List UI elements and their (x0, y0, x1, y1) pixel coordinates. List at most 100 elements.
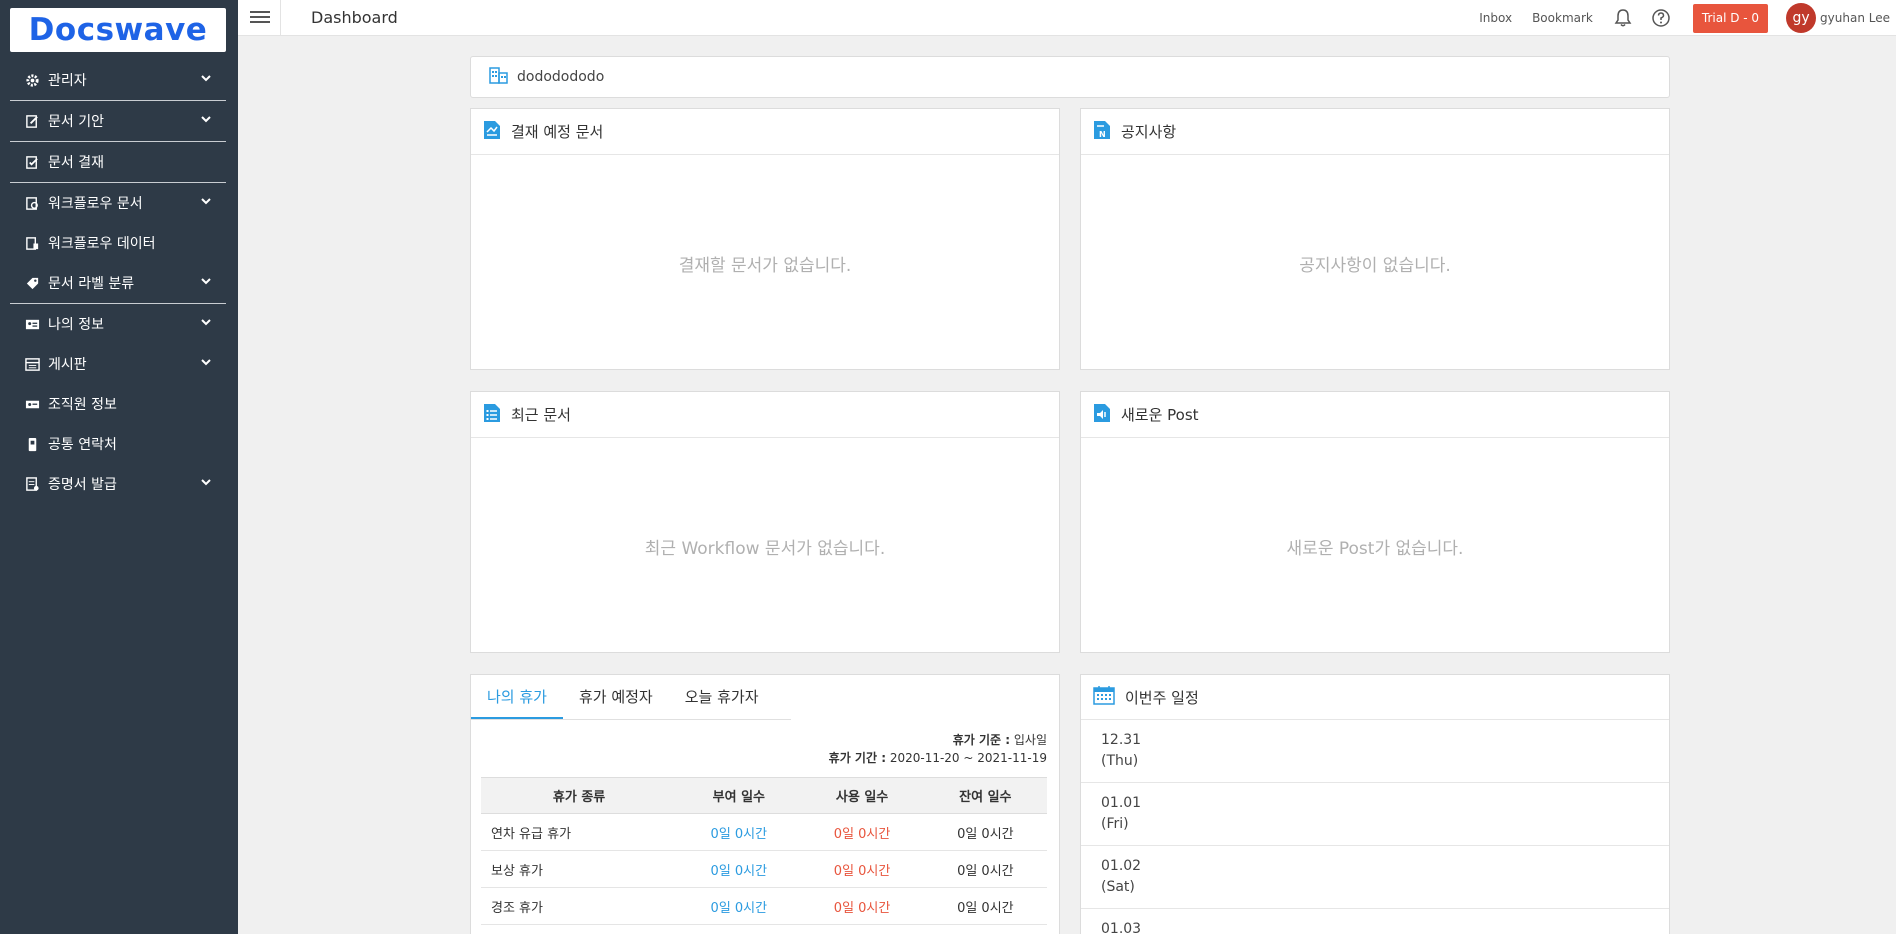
avatar[interactable]: gy (1786, 3, 1817, 33)
sidebar-nav: 관리자 문서 기안 문서 결재 워크플로우 문서 워크플로우 데이터 문서 라벨… (10, 60, 226, 504)
board-icon (24, 356, 40, 372)
schedule-weekday: (Fri) (1101, 816, 1129, 832)
id-card-icon (24, 316, 40, 332)
bookmark-link[interactable]: Bookmark (1532, 11, 1593, 25)
table-row: 보상 휴가 0일 0시간 0일 0시간 0일 0시간 (481, 850, 1047, 888)
sidebar-item-labels[interactable]: 문서 라벨 분류 (10, 263, 226, 303)
menu-icon[interactable] (250, 8, 270, 26)
table-cell: 연차 유급 휴가 (481, 813, 678, 851)
panel-title: 이번주 일정 (1125, 688, 1199, 707)
empty-message: 최근 Workflow 문서가 없습니다. (644, 539, 886, 559)
schedule-weekday: (Sat) (1101, 879, 1135, 895)
inbox-link[interactable]: Inbox (1479, 11, 1512, 25)
chevron-down-icon (200, 113, 212, 129)
table-cell: 0일 0시간 (677, 850, 801, 888)
schedule-date: 01.03 (1101, 921, 1142, 934)
logo[interactable]: Docswave (10, 8, 226, 52)
gear-icon (24, 72, 40, 88)
top-actions: Inbox Bookmark Trial D - 0 gy gyuhan Lee (1479, 0, 1896, 36)
chevron-down-icon (200, 316, 212, 332)
column-header: 사용 일수 (800, 777, 924, 814)
chevron-down-icon (200, 72, 212, 88)
panel-header: 새로운 Post (1081, 392, 1669, 438)
sidebar-item-certificate[interactable]: 증명서 발급 (10, 464, 226, 504)
vacation-period-value: 2020-11-20 ~ 2021-11-19 (889, 751, 1047, 765)
sidebar: Docswave 관리자 문서 기안 문서 결재 워크플로우 문서 워크플로우 … (0, 0, 238, 934)
sidebar-item-label: 공통 연락처 (48, 437, 117, 453)
page-title: Dashboard (311, 8, 398, 27)
table-row: 경조 휴가 0일 0시간 0일 0시간 0일 0시간 (481, 887, 1047, 925)
sidebar-item-my-info[interactable]: 나의 정보 (10, 304, 226, 344)
panel-title: 결재 예정 문서 (511, 123, 604, 141)
panel-title: 새로운 Post (1121, 406, 1199, 424)
panel-title: 공지사항 (1121, 123, 1177, 141)
sidebar-item-workflow-data[interactable]: 워크플로우 데이터 (10, 223, 226, 263)
workflow-data-icon (24, 235, 40, 251)
table-cell: 경조 휴가 (481, 887, 678, 925)
sidebar-item-label: 증명서 발급 (48, 477, 117, 493)
vacation-period-label: 휴가 기간 : (828, 751, 886, 765)
checklist-document-icon (483, 403, 501, 427)
schedule-day[interactable]: 12.31 (Thu) (1081, 720, 1669, 783)
sidebar-item-workflow-docs[interactable]: 워크플로우 문서 (10, 183, 226, 223)
schedule-date: 12.31 (1101, 732, 1142, 748)
help-icon[interactable] (1651, 8, 1671, 28)
vacation-tabs: 나의 휴가 휴가 예정자 오늘 휴가자 (471, 675, 791, 720)
table-cell: 0일 0시간 (800, 813, 924, 851)
panel-header: 최근 문서 (471, 392, 1059, 438)
new-post-panel: 새로운 Post 새로운 Post가 없습니다. (1080, 391, 1670, 653)
sidebar-item-label: 문서 결재 (48, 155, 104, 171)
sidebar-item-admin[interactable]: 관리자 (10, 60, 226, 100)
vacation-period: 휴가 기간 : 2020-11-20 ~ 2021-11-19 (829, 749, 1047, 766)
sidebar-item-members[interactable]: 조직원 정보 (10, 384, 226, 424)
vacation-basis-value: 입사일 (1013, 733, 1047, 747)
sidebar-item-contacts[interactable]: 공통 연락처 (10, 424, 226, 464)
logo-text: Docswave (28, 12, 208, 48)
empty-message: 새로운 Post가 없습니다. (1286, 539, 1464, 559)
sidebar-item-draft[interactable]: 문서 기안 (10, 101, 226, 141)
schedule-day[interactable]: 01.03 (1081, 909, 1669, 934)
tab-my-vacation[interactable]: 나의 휴가 (471, 675, 563, 719)
username[interactable]: gyuhan Lee (1820, 11, 1890, 25)
company-bar: dododododo (470, 56, 1670, 98)
post-document-icon (1093, 403, 1111, 427)
sidebar-item-label: 워크플로우 문서 (48, 196, 143, 212)
chevron-down-icon (200, 356, 212, 372)
table-row: 연차 유급 휴가 0일 0시간 0일 0시간 0일 0시간 (481, 813, 1047, 851)
schedule-weekday: (Thu) (1101, 753, 1139, 769)
empty-message: 결재할 문서가 없습니다. (678, 256, 852, 276)
panel-header: N 공지사항 (1081, 109, 1669, 155)
divider (280, 0, 281, 36)
table-cell: 보상 휴가 (481, 850, 678, 888)
trial-button[interactable]: Trial D - 0 (1692, 3, 1769, 33)
schedule-date: 01.02 (1101, 858, 1142, 874)
approval-panel: 결재 예정 문서 결재할 문서가 없습니다. (470, 108, 1060, 370)
bell-icon[interactable] (1613, 8, 1633, 28)
vacation-basis-label: 휴가 기준 : (952, 733, 1011, 747)
schedule-day[interactable]: 01.02 (Sat) (1081, 846, 1669, 909)
member-card-icon (24, 396, 40, 412)
approve-document-icon (24, 154, 40, 170)
panel-header: 결재 예정 문서 (471, 109, 1059, 155)
certificate-icon (24, 476, 40, 492)
sidebar-item-approval[interactable]: 문서 결재 (10, 142, 226, 182)
sidebar-item-label: 문서 라벨 분류 (48, 276, 135, 292)
table-cell: 0일 0시간 (800, 887, 924, 925)
edit-document-icon (24, 113, 40, 129)
table-cell: 0일 0시간 (800, 850, 924, 888)
empty-message: 공지사항이 없습니다. (1299, 256, 1451, 276)
sidebar-item-label: 워크플로우 데이터 (48, 236, 156, 252)
tab-today-vacation[interactable]: 오늘 휴가자 (669, 675, 775, 719)
chevron-down-icon (200, 476, 212, 492)
tab-upcoming-vacation[interactable]: 휴가 예정자 (563, 675, 669, 719)
sidebar-item-board[interactable]: 게시판 (10, 344, 226, 384)
column-header: 휴가 종류 (481, 777, 678, 814)
calendar-icon (1093, 685, 1115, 709)
vacation-table: 휴가 종류 부여 일수 사용 일수 잔여 일수 연차 유급 휴가 0일 0시간 … (481, 777, 1047, 925)
approval-document-icon (483, 120, 501, 144)
schedule-day[interactable]: 01.01 (Fri) (1081, 783, 1669, 846)
notice-panel: N 공지사항 공지사항이 없습니다. (1080, 108, 1670, 370)
svg-text:N: N (1099, 130, 1106, 139)
sidebar-item-label: 게시판 (48, 357, 87, 373)
schedule-panel: 이번주 일정 12.31 (Thu) 01.01 (Fri) 01.02 (Sa… (1080, 674, 1670, 934)
